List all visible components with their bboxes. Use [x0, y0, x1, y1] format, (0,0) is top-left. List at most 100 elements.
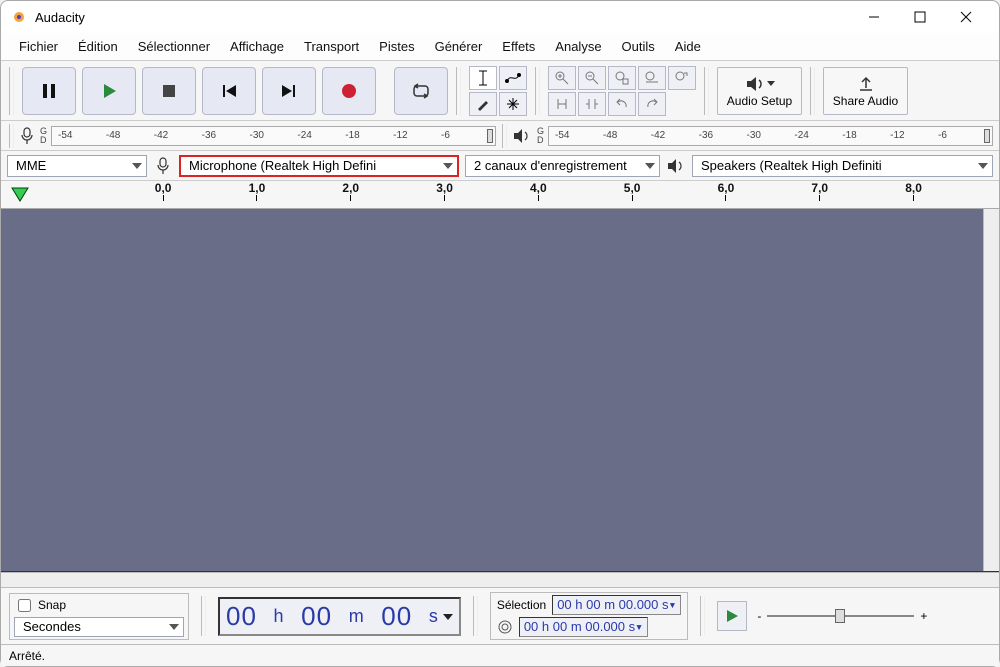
menu-generer[interactable]: Générer: [425, 35, 493, 58]
trim-button[interactable]: [548, 92, 576, 116]
playhead-icon[interactable]: [11, 187, 29, 203]
recording-meter[interactable]: -54-48-42-36-30-24-18-12-60: [51, 126, 496, 146]
skip-start-button[interactable]: [202, 67, 256, 115]
playback-meter[interactable]: -54-48-42-36-30-24-18-12-60: [548, 126, 993, 146]
bottom-toolbar: Snap Secondes 00 h 00 m 00 s Sélection 0…: [1, 588, 999, 644]
audio-host-value: MME: [16, 158, 46, 173]
menu-aide[interactable]: Aide: [665, 35, 711, 58]
menu-outils[interactable]: Outils: [612, 35, 665, 58]
dropdown-icon[interactable]: [443, 604, 453, 628]
stop-button[interactable]: [142, 67, 196, 115]
pause-button[interactable]: [22, 67, 76, 115]
recording-channels-select[interactable]: 2 canaux d'enregistrement: [465, 155, 660, 177]
vertical-scrollbar[interactable]: [983, 209, 999, 571]
slider-thumb[interactable]: [835, 609, 845, 623]
meter-toolbar: GD -54-48-42-36-30-24-18-12-60 GD -54-48…: [1, 121, 999, 151]
grip[interactable]: [9, 67, 14, 115]
draw-tool[interactable]: [469, 92, 497, 116]
status-text: Arrêté.: [9, 649, 45, 663]
time-position-display[interactable]: 00 h 00 m 00 s: [218, 597, 461, 636]
meter-slider-icon[interactable]: [984, 129, 990, 143]
grip[interactable]: [473, 596, 478, 636]
zoom-out-button[interactable]: [578, 66, 606, 90]
skip-end-button[interactable]: [262, 67, 316, 115]
chevron-down-icon: [645, 163, 655, 169]
silence-button[interactable]: [578, 92, 606, 116]
loop-button[interactable]: [394, 67, 448, 115]
share-audio-button[interactable]: Share Audio: [823, 67, 908, 115]
grip[interactable]: [9, 124, 14, 148]
meter-slider-icon[interactable]: [487, 129, 493, 143]
record-button[interactable]: [322, 67, 376, 115]
chevron-down-icon: [169, 624, 179, 630]
menu-affichage[interactable]: Affichage: [220, 35, 294, 58]
audio-setup-label: Audio Setup: [727, 94, 792, 108]
chevron-down-icon: [978, 163, 988, 169]
menu-pistes[interactable]: Pistes: [369, 35, 424, 58]
grip[interactable]: [704, 67, 709, 115]
selection-start-display[interactable]: 00 h 00 m 00.000 s▾: [552, 595, 681, 615]
menu-selectionner[interactable]: Sélectionner: [128, 35, 220, 58]
chevron-down-icon: [132, 163, 142, 169]
menu-analyse[interactable]: Analyse: [545, 35, 611, 58]
grip[interactable]: [502, 124, 507, 148]
undo-button[interactable]: [608, 92, 636, 116]
zoom-toggle-button[interactable]: [668, 66, 696, 90]
close-button[interactable]: [943, 2, 989, 32]
window-title: Audacity: [35, 10, 85, 25]
tool-grid: [469, 66, 527, 116]
horizontal-scrollbar[interactable]: [1, 572, 999, 588]
snap-checkbox[interactable]: [18, 599, 31, 612]
playback-device-select[interactable]: Speakers (Realtek High Definiti: [692, 155, 993, 177]
play-channels: GD: [537, 127, 544, 145]
grip[interactable]: [700, 596, 705, 636]
zoom-fit-button[interactable]: [638, 66, 666, 90]
menubar: Fichier Édition Sélectionner Affichage T…: [1, 33, 999, 61]
device-toolbar: MME Microphone (Realtek High Defini 2 ca…: [1, 151, 999, 181]
track-area[interactable]: [1, 209, 999, 572]
grip[interactable]: [810, 67, 815, 115]
multi-tool[interactable]: [499, 92, 527, 116]
transport-toolbar: Audio Setup Share Audio: [1, 61, 999, 121]
menu-transport[interactable]: Transport: [294, 35, 369, 58]
selection-end-display[interactable]: 00 h 00 m 00.000 s▾: [519, 617, 648, 637]
envelope-tool[interactable]: [499, 66, 527, 90]
grip[interactable]: [456, 67, 461, 115]
maximize-button[interactable]: [897, 2, 943, 32]
zoom-selection-button[interactable]: [608, 66, 636, 90]
mic-icon: [20, 127, 34, 145]
selection-tool[interactable]: [469, 66, 497, 90]
snap-unit-value: Secondes: [23, 619, 81, 634]
recording-device-select[interactable]: Microphone (Realtek High Defini: [179, 155, 459, 177]
snap-unit-select[interactable]: Secondes: [14, 617, 184, 637]
speaker-icon: [513, 128, 531, 144]
zoom-in-button[interactable]: [548, 66, 576, 90]
recording-channels-value: 2 canaux d'enregistrement: [474, 158, 627, 173]
app-icon: [11, 9, 27, 25]
share-audio-label: Share Audio: [833, 94, 898, 108]
audio-setup-button[interactable]: Audio Setup: [717, 67, 802, 115]
menu-effets[interactable]: Effets: [492, 35, 545, 58]
selection-label: Sélection: [497, 598, 546, 612]
grip[interactable]: [201, 596, 206, 636]
timeline-ruler[interactable]: 0,0 1,0 2,0 3,0 4,0 5,0 6,0 7,0 8,0: [1, 181, 999, 209]
menu-edition[interactable]: Édition: [68, 35, 128, 58]
play-speed-slider[interactable]: - +: [757, 609, 927, 623]
ruler-ticks: 0,0 1,0 2,0 3,0 4,0 5,0 6,0 7,0 8,0: [61, 181, 999, 208]
titlebar: Audacity: [1, 1, 999, 33]
snap-label: Snap: [38, 598, 66, 612]
gear-icon[interactable]: [497, 619, 513, 635]
chevron-down-icon: [443, 163, 453, 169]
snap-panel: Snap Secondes: [9, 593, 189, 640]
play-at-speed-button[interactable]: [717, 601, 747, 631]
play-button[interactable]: [82, 67, 136, 115]
audio-host-select[interactable]: MME: [7, 155, 147, 177]
status-bar: Arrêté.: [1, 644, 999, 666]
redo-button[interactable]: [638, 92, 666, 116]
grip[interactable]: [535, 67, 540, 115]
selection-panel: Sélection 00 h 00 m 00.000 s▾ 00 h 00 m …: [490, 592, 689, 640]
speaker-icon: [667, 158, 685, 174]
menu-fichier[interactable]: Fichier: [9, 35, 68, 58]
playback-device-value: Speakers (Realtek High Definiti: [701, 158, 882, 173]
minimize-button[interactable]: [851, 2, 897, 32]
